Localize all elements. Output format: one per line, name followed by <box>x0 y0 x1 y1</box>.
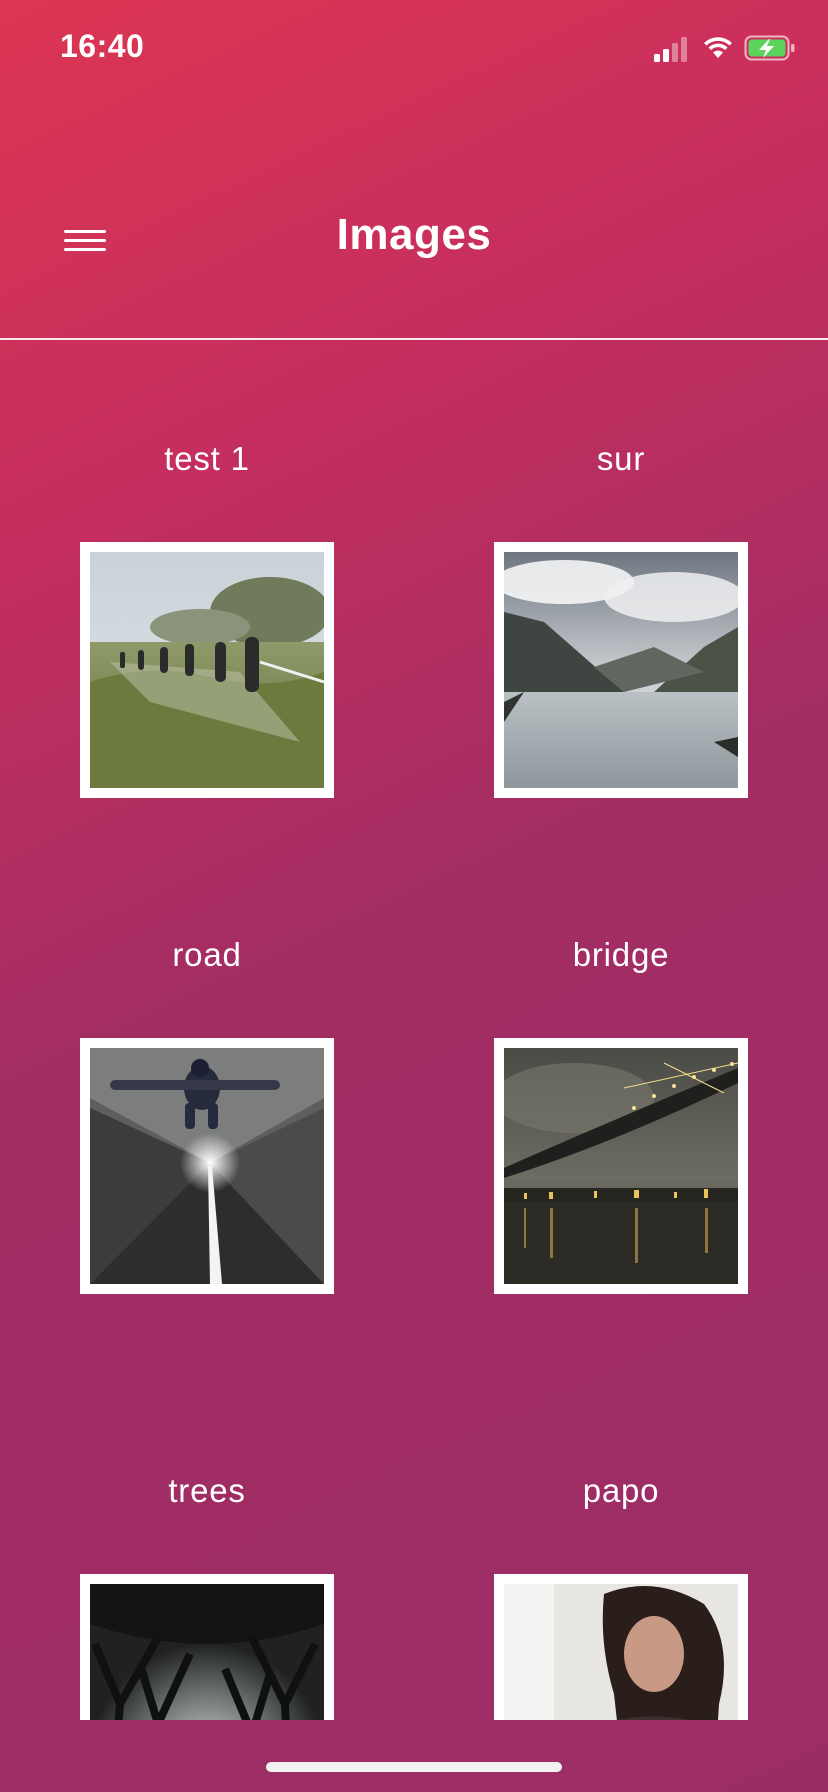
wifi-icon <box>704 37 732 58</box>
photo-man-with-motorcycle <box>504 1584 738 1720</box>
photo-tunnel-road-person <box>90 1048 324 1284</box>
image-title: papo <box>582 1472 660 1509</box>
image-gallery[interactable]: test 1 sur road bridge trees papo <box>0 340 828 1720</box>
image-title: sur <box>596 440 646 477</box>
image-thumbnail-frame[interactable] <box>80 542 334 798</box>
image-title: road <box>172 936 242 973</box>
battery-charging-icon <box>744 35 795 61</box>
page-title: Images <box>336 210 492 259</box>
home-indicator[interactable] <box>266 1762 562 1772</box>
status-icons <box>654 32 795 66</box>
image-thumbnail-frame[interactable] <box>494 1038 748 1294</box>
images-screen: 16:40 Images test 1 sur road bridge tree… <box>0 0 828 1792</box>
image-title: trees <box>168 1472 246 1509</box>
image-thumbnail-frame[interactable] <box>80 1038 334 1294</box>
photo-night-bridge-city <box>504 1048 738 1284</box>
photo-fishermen-net-field <box>90 552 324 788</box>
cellular-signal-icon <box>654 37 687 62</box>
gallery-card[interactable]: test 1 <box>80 440 334 800</box>
gallery-card[interactable]: road <box>80 936 334 1296</box>
image-thumbnail-frame[interactable] <box>494 542 748 798</box>
image-title: bridge <box>572 936 670 973</box>
photo-fjord-mountains-lake <box>504 552 738 788</box>
image-thumbnail-frame[interactable] <box>80 1574 334 1720</box>
gallery-card[interactable]: bridge <box>494 936 748 1296</box>
image-title: test 1 <box>164 440 250 477</box>
gallery-card[interactable]: papo <box>494 1472 748 1720</box>
status-time: 16:40 <box>60 28 145 64</box>
gallery-card[interactable]: trees <box>80 1472 334 1720</box>
photo-misty-tree-avenue <box>90 1584 324 1720</box>
gallery-card[interactable]: sur <box>494 440 748 800</box>
image-thumbnail-frame[interactable] <box>494 1574 748 1720</box>
